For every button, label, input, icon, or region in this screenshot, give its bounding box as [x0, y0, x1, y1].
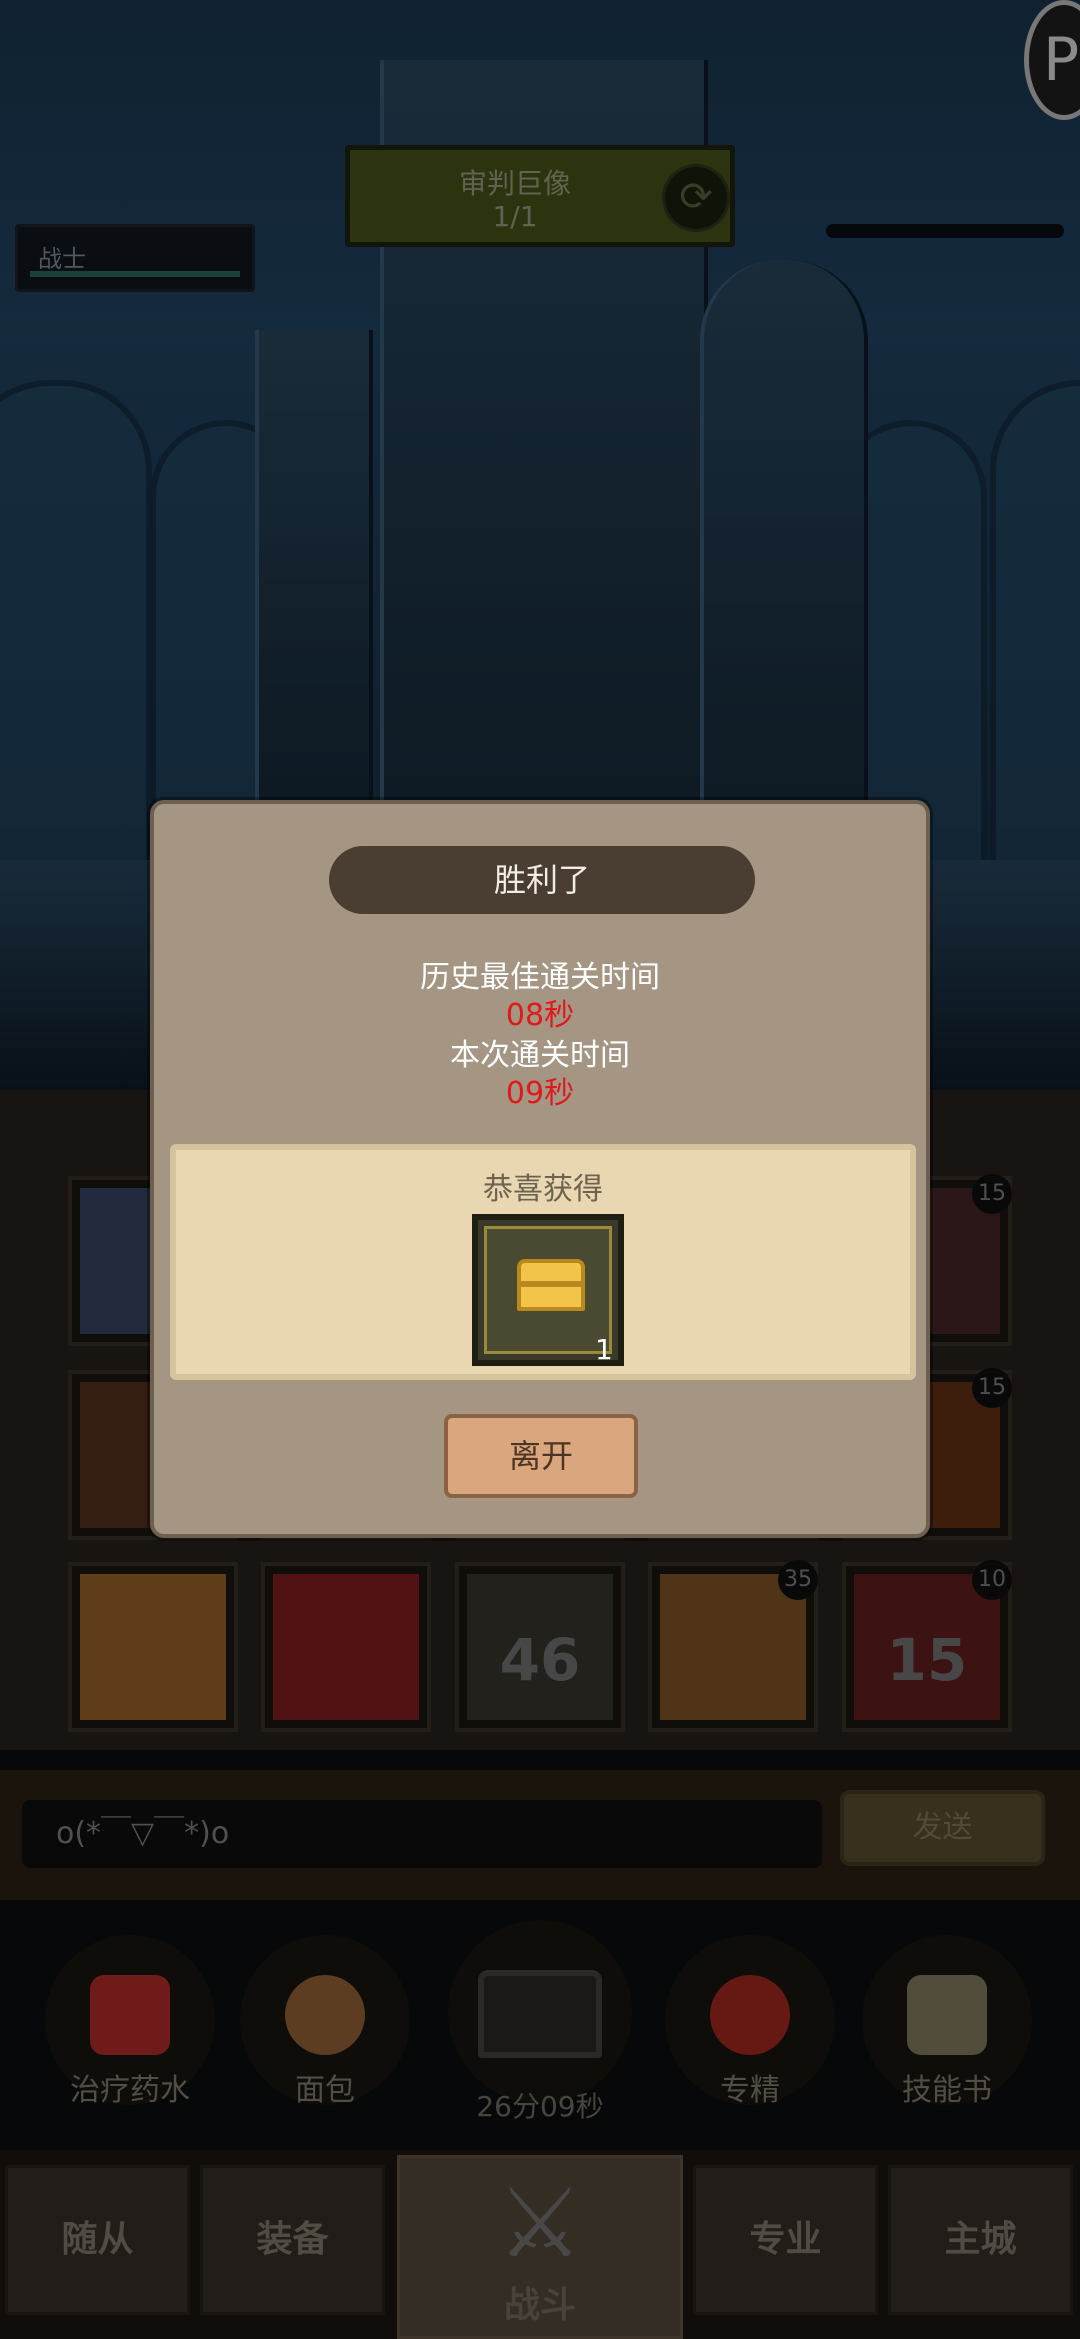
current-time-value: 09秒 [505, 1076, 575, 1111]
reward-title: 恭喜获得 [483, 1172, 603, 1207]
reward-item-frame: 1 [484, 1226, 613, 1366]
victory-dialog: 胜利了 历史最佳通关时间 08秒 本次通关时间 09秒 恭喜获得 1 离开 [150, 800, 930, 1538]
treasure-chest-icon [517, 1259, 585, 1311]
reward-panel: 恭喜获得 1 [170, 1144, 916, 1380]
dialog-title-banner: 胜利了 [329, 846, 755, 914]
reward-count: 1 [595, 1333, 613, 1366]
best-time-value: 08秒 [505, 998, 575, 1033]
dialog-title: 胜利了 [493, 861, 590, 899]
reward-item-slot[interactable]: 1 [472, 1214, 624, 1366]
chest-band [517, 1281, 585, 1287]
leave-button[interactable]: 离开 [444, 1414, 638, 1498]
